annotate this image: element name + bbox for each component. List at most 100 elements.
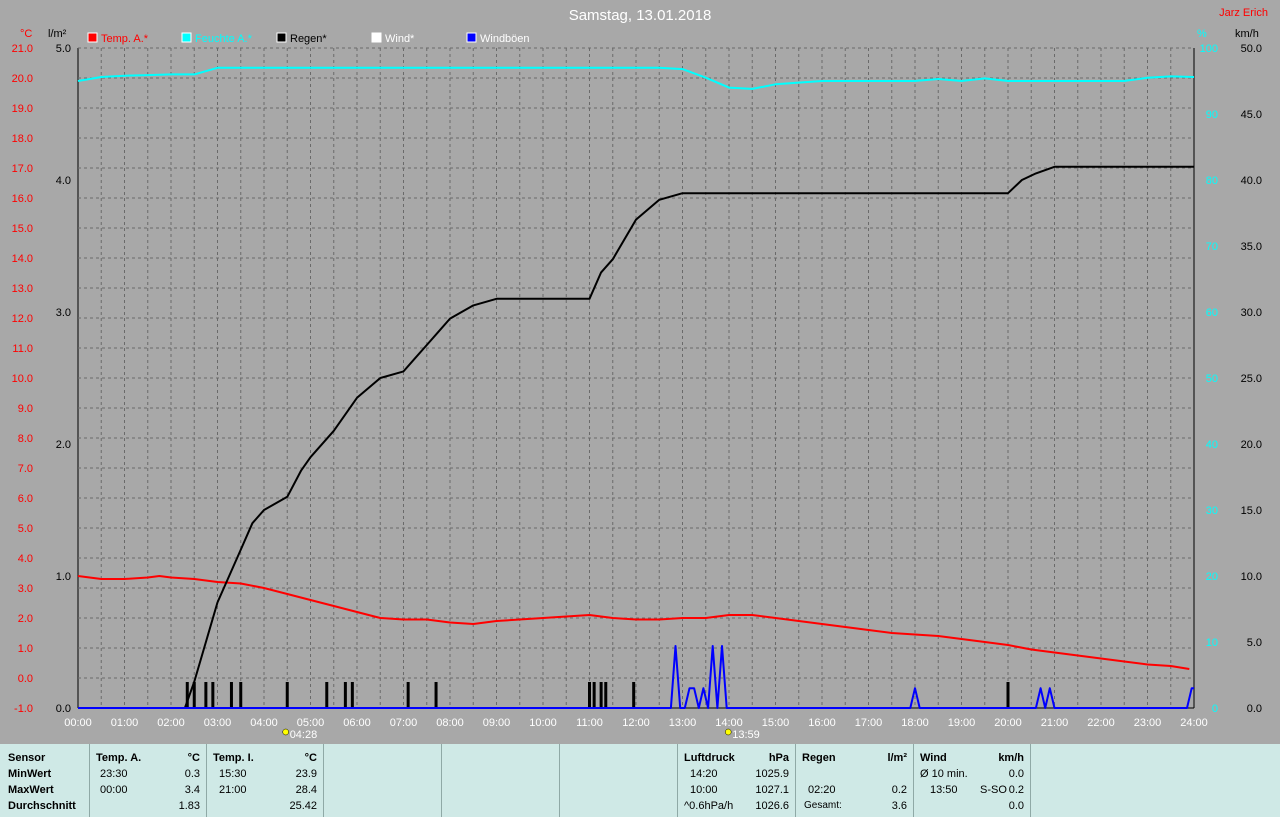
wind-max: 0.2 — [1008, 784, 1024, 796]
x-tick-label: 24:00 — [1180, 717, 1208, 729]
x-tick-label: 02:00 — [157, 717, 185, 729]
pressure-max-time: 10:00 — [690, 784, 718, 796]
rain-event-bar — [632, 682, 636, 708]
stats-empty-3 — [559, 744, 677, 817]
stats-row-labels: Sensor MinWert MaxWert Durchschnitt — [0, 744, 88, 817]
temp-a-avg: 1.83 — [178, 800, 200, 812]
x-tick-label: 12:00 — [622, 717, 650, 729]
temp-a-max-time: 00:00 — [100, 784, 128, 796]
rain-event-bar — [599, 682, 603, 708]
x-tick-label: 04:00 — [250, 717, 278, 729]
rain-event-bar — [1006, 682, 1010, 708]
rain-event-bar — [204, 682, 208, 708]
x-tick-label: 15:00 — [762, 717, 790, 729]
wind-tick-label: 50.0 — [1241, 43, 1262, 55]
rain-event-bar — [229, 682, 233, 708]
temp-a-max: 3.4 — [184, 784, 200, 796]
sun-marker-icon — [724, 728, 732, 736]
pressure-avg: 1026.6 — [755, 800, 789, 812]
wind-max-time: 13:50 — [930, 784, 958, 796]
legend-label-wind: Wind* — [385, 33, 415, 45]
rain-max: 0.2 — [891, 784, 907, 796]
author-label: Jarz Erich — [1219, 7, 1268, 19]
rain-unit: l/m² — [887, 752, 907, 764]
temp-tick-label: 14.0 — [12, 253, 33, 265]
rain-event-bar — [285, 682, 289, 708]
rain-event-bar — [588, 682, 591, 708]
humidity-tick-label: 90 — [1206, 109, 1218, 121]
temp-a-header: Temp. A. — [96, 752, 142, 764]
wind-tick-label: 0.0 — [1247, 703, 1262, 715]
x-tick-label: 11:00 — [576, 717, 603, 729]
weather-chart: -1.0 0.0 1.0 2.0 3.0 4.0 5.0 6.0 7.0 8.0 9.0 10.0 11… — [0, 0, 1280, 744]
wind-unit: km/h — [998, 752, 1024, 764]
wind-unit-label: km/h — [1235, 28, 1259, 40]
wind-tick-label: 35.0 — [1241, 241, 1262, 253]
wind-max-dir: S-SO — [980, 784, 1007, 796]
stats-empty-2 — [441, 744, 559, 817]
temp-tick-label: 0.0 — [18, 673, 33, 685]
temp-a-min-time: 23:30 — [100, 768, 128, 780]
x-tick-label: 07:00 — [390, 717, 418, 729]
wind-tick-label: 10.0 — [1241, 571, 1262, 583]
x-tick-label: 13:00 — [669, 717, 697, 729]
rain-tick-label: 1.0 — [56, 571, 71, 583]
rain-event-bar — [604, 682, 608, 708]
temp-tick-label: 6.0 — [18, 493, 33, 505]
sun-marker-label: 04:28 — [290, 729, 318, 741]
x-tick-label: 05:00 — [297, 717, 325, 729]
row-label-avg: Durchschnitt — [8, 800, 76, 812]
x-tick-label: 16:00 — [808, 717, 836, 729]
wind-tick-label: 25.0 — [1241, 373, 1262, 385]
temp-tick-label: 13.0 — [12, 283, 33, 295]
stats-panel: Sensor MinWert MaxWert Durchschnitt Temp… — [0, 744, 1280, 817]
stats-empty-1 — [323, 744, 441, 817]
x-tick-label: 10:00 — [529, 717, 557, 729]
stats-empty-4 — [1030, 744, 1280, 817]
humidity-tick-label: 30 — [1206, 505, 1218, 517]
rain-event-bar — [406, 682, 410, 708]
legend-label-temp: Temp. A.* — [101, 33, 149, 45]
temp-tick-label: 19.0 — [12, 103, 33, 115]
sun-marker-icon — [282, 728, 289, 736]
rain-tick-label: 2.0 — [56, 439, 71, 451]
temp-i-unit: °C — [304, 752, 317, 764]
humidity-tick-label: 10 — [1206, 637, 1218, 649]
rain-event-bar — [211, 682, 215, 708]
legend-swatch-humidity — [181, 32, 192, 43]
temp-tick-label: 16.0 — [12, 193, 33, 205]
legend-swatch-rain — [276, 32, 287, 43]
temp-tick-label: 20.0 — [12, 73, 33, 85]
temp-tick-label: 17.0 — [12, 163, 33, 175]
legend-swatch-wind — [371, 32, 382, 43]
rain-event-bar — [325, 682, 329, 708]
humidity-tick-label: 80 — [1206, 175, 1218, 187]
wind-avg-label: Ø 10 min. — [920, 768, 968, 780]
temp-tick-label: 2.0 — [18, 613, 33, 625]
x-tick-label: 06:00 — [343, 717, 371, 729]
wind-tick-label: 20.0 — [1241, 439, 1262, 451]
x-tick-label: 00:00 — [64, 717, 92, 729]
humidity-tick-label: 100 — [1200, 43, 1218, 55]
x-tick-label: 22:00 — [1087, 717, 1115, 729]
x-tick-label: 21:00 — [1041, 717, 1069, 729]
temp-i-header: Temp. I. — [213, 752, 254, 764]
x-tick-label: 20:00 — [994, 717, 1022, 729]
pressure-header: Luftdruck — [684, 752, 735, 764]
humidity-unit-label: % — [1197, 28, 1207, 40]
temp-i-avg: 25.42 — [289, 800, 317, 812]
temp-a-unit: °C — [187, 752, 200, 764]
pressure-trend: ^0.6hPa/h — [684, 800, 734, 812]
rain-total-label: Gesamt: — [804, 800, 842, 811]
row-label-sensor: Sensor — [8, 752, 46, 764]
wind-avg: 0.0 — [1008, 768, 1024, 780]
stats-temp-a: Temp. A. °C 23:30 0.3 00:00 3.4 1.83 — [89, 744, 206, 817]
temp-tick-label: 1.0 — [18, 643, 33, 655]
x-tick-label: 08:00 — [436, 717, 464, 729]
rain-event-bar — [434, 682, 438, 708]
rain-event-bar — [592, 682, 596, 708]
pressure-min: 1025.9 — [755, 768, 789, 780]
temp-tick-label: -1.0 — [14, 703, 33, 715]
x-tick-label: 17:00 — [855, 717, 883, 729]
sun-marker-label: 13:59 — [732, 729, 760, 741]
